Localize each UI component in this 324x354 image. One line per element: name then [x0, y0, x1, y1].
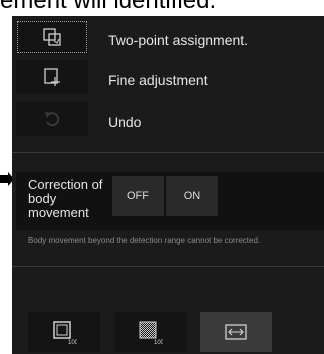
undo-icon: [45, 112, 60, 127]
fit-view-button[interactable]: 100: [28, 312, 100, 352]
undo-button[interactable]: [16, 102, 88, 136]
fine-adjustment-icon: [44, 68, 60, 86]
grid-pattern-badge: 100: [154, 340, 163, 345]
section-divider: [12, 152, 324, 153]
horizontal-expand-button[interactable]: [200, 312, 272, 352]
grid-pattern-button[interactable]: 100: [114, 312, 186, 352]
two-point-assignment-icon: [43, 28, 61, 46]
correction-off-button[interactable]: OFF: [112, 176, 164, 216]
correction-label: Correction of body movement: [28, 177, 103, 220]
fine-adjustment-label: Fine adjustment: [108, 72, 208, 88]
fit-view-badge: 100: [68, 340, 77, 345]
correction-panel: Two-point assignment. Fine adjustment Un…: [12, 16, 324, 354]
two-point-assignment-label: Two-point assignment.: [108, 32, 249, 48]
section-divider-2: [12, 266, 324, 267]
correction-on-button[interactable]: ON: [166, 176, 218, 216]
header-text: ement will identified.: [0, 0, 217, 14]
horizontal-expand-icon: [225, 324, 247, 340]
fit-view-icon: 100: [53, 321, 77, 345]
fine-adjustment-button[interactable]: [16, 60, 88, 94]
correction-note: Body movement beyond the detection range…: [28, 236, 261, 245]
grid-pattern-icon: 100: [139, 321, 163, 345]
two-point-assignment-button[interactable]: [16, 20, 88, 54]
undo-label: Undo: [108, 114, 142, 130]
